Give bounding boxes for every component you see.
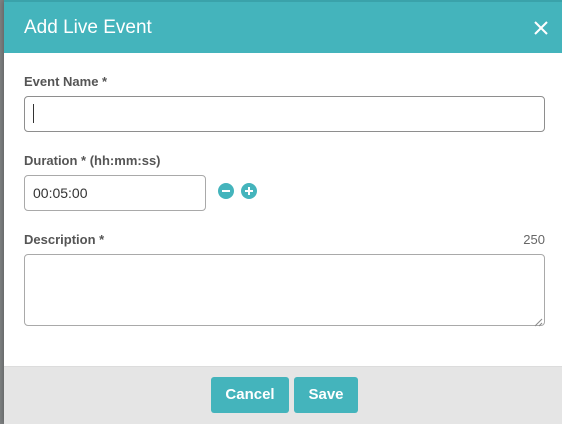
event-name-input[interactable] xyxy=(24,96,545,132)
event-name-label: Event Name * xyxy=(24,74,108,89)
description-label: Description * xyxy=(24,232,105,247)
save-button[interactable]: Save xyxy=(294,377,358,413)
cancel-button[interactable]: Cancel xyxy=(211,377,289,413)
duration-label: Duration * (hh:mm:ss) xyxy=(24,153,161,168)
text-cursor xyxy=(33,104,34,123)
dialog-footer: Cancel Save xyxy=(4,366,562,424)
description-char-counter: 250 xyxy=(523,232,545,247)
duration-input[interactable] xyxy=(24,175,206,211)
description-textarea[interactable] xyxy=(24,254,545,326)
close-icon[interactable] xyxy=(532,19,550,37)
minus-circle-icon[interactable] xyxy=(218,183,234,199)
add-live-event-dialog: Add Live Event Event Name * Duration * (… xyxy=(4,0,562,424)
resize-grip-icon[interactable] xyxy=(533,314,543,327)
plus-circle-icon[interactable] xyxy=(241,183,257,199)
dialog-header: Add Live Event xyxy=(4,0,562,53)
dialog-title: Add Live Event xyxy=(24,17,152,38)
